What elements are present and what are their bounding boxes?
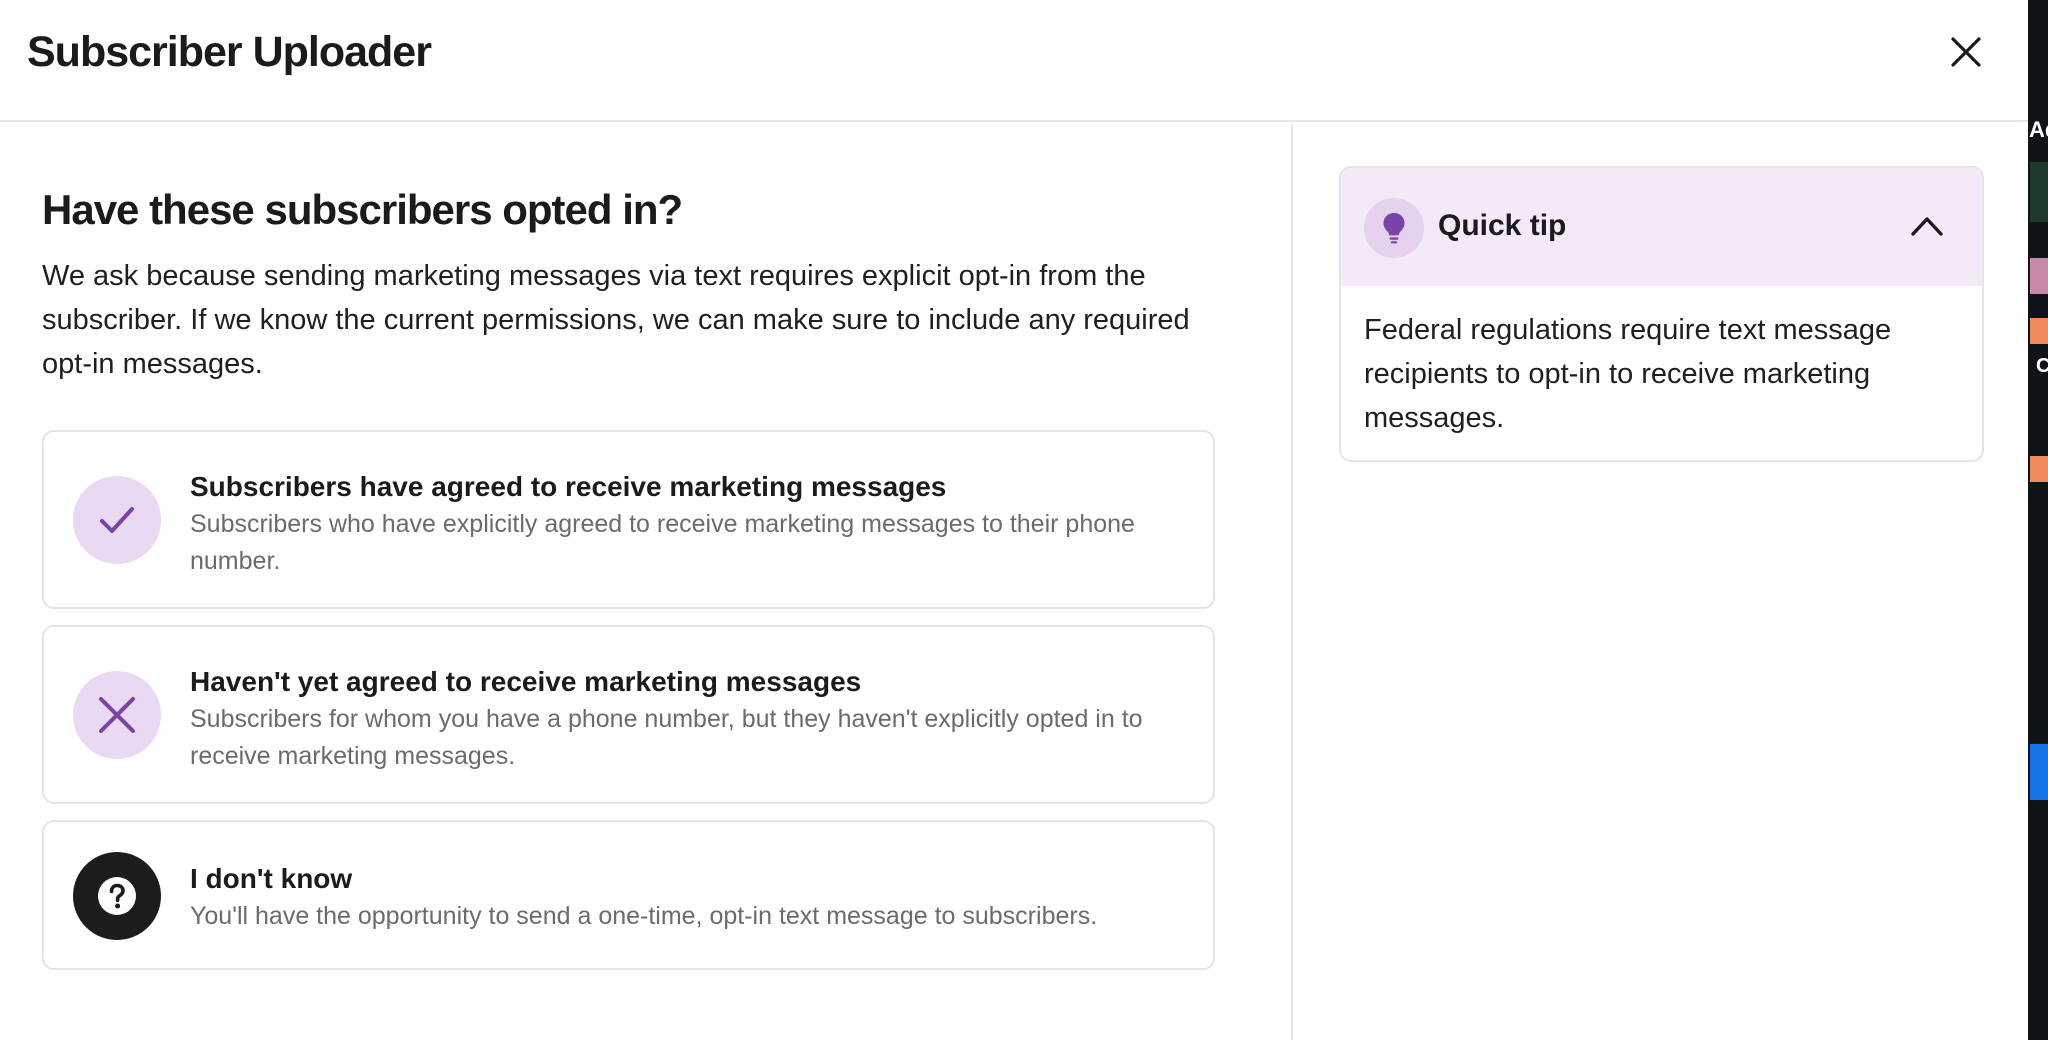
- option-dont-know[interactable]: I don't know You'll have the opportunity…: [42, 820, 1215, 970]
- quick-tip-panel: Quick tip Federal regulations require te…: [1339, 166, 1984, 462]
- chevron-up-icon[interactable]: [1905, 206, 1949, 246]
- modal-title: Subscriber Uploader: [27, 28, 432, 76]
- x-icon: [73, 671, 161, 759]
- lightbulb-icon: [1364, 198, 1424, 258]
- background-decoration: [2030, 318, 2048, 344]
- modal-header: Subscriber Uploader: [0, 0, 2028, 122]
- quick-tip-body: Federal regulations require text message…: [1364, 314, 1892, 434]
- option-agreed[interactable]: Subscribers have agreed to receive marke…: [42, 430, 1215, 609]
- close-button[interactable]: [1944, 30, 1988, 74]
- background-text: Ad: [2029, 117, 2048, 142]
- option-title: I don't know: [190, 863, 353, 894]
- question-icon: [73, 852, 161, 940]
- background-decoration: [2030, 162, 2048, 222]
- background-page-edge: Ad C: [2028, 0, 2048, 1040]
- option-description: Subscribers who have explicitly agreed t…: [190, 510, 1135, 575]
- subscriber-uploader-modal: Subscriber Uploader Have these subscribe…: [0, 0, 2028, 1040]
- background-text: C: [2036, 355, 2048, 377]
- option-description: You'll have the opportunity to send a on…: [190, 902, 1098, 930]
- background-decoration: [2030, 258, 2048, 294]
- opt-in-panel: Have these subscribers opted in? We ask …: [0, 124, 1293, 1040]
- check-icon: [73, 476, 161, 564]
- option-description: Subscribers for whom you have a phone nu…: [190, 705, 1143, 770]
- page-heading: Have these subscribers opted in?: [42, 186, 683, 233]
- explanation-text: We ask because sending marketing message…: [42, 260, 1190, 380]
- close-icon: [1951, 37, 1981, 67]
- option-not-agreed[interactable]: Haven't yet agreed to receive marketing …: [42, 625, 1215, 804]
- quick-tip-header[interactable]: Quick tip: [1341, 168, 1982, 286]
- background-decoration: [2030, 456, 2048, 482]
- background-decoration: [2030, 744, 2048, 800]
- option-title: Subscribers have agreed to receive marke…: [190, 471, 947, 502]
- option-title: Haven't yet agreed to receive marketing …: [190, 666, 862, 697]
- quick-tip-title: Quick tip: [1438, 209, 1567, 242]
